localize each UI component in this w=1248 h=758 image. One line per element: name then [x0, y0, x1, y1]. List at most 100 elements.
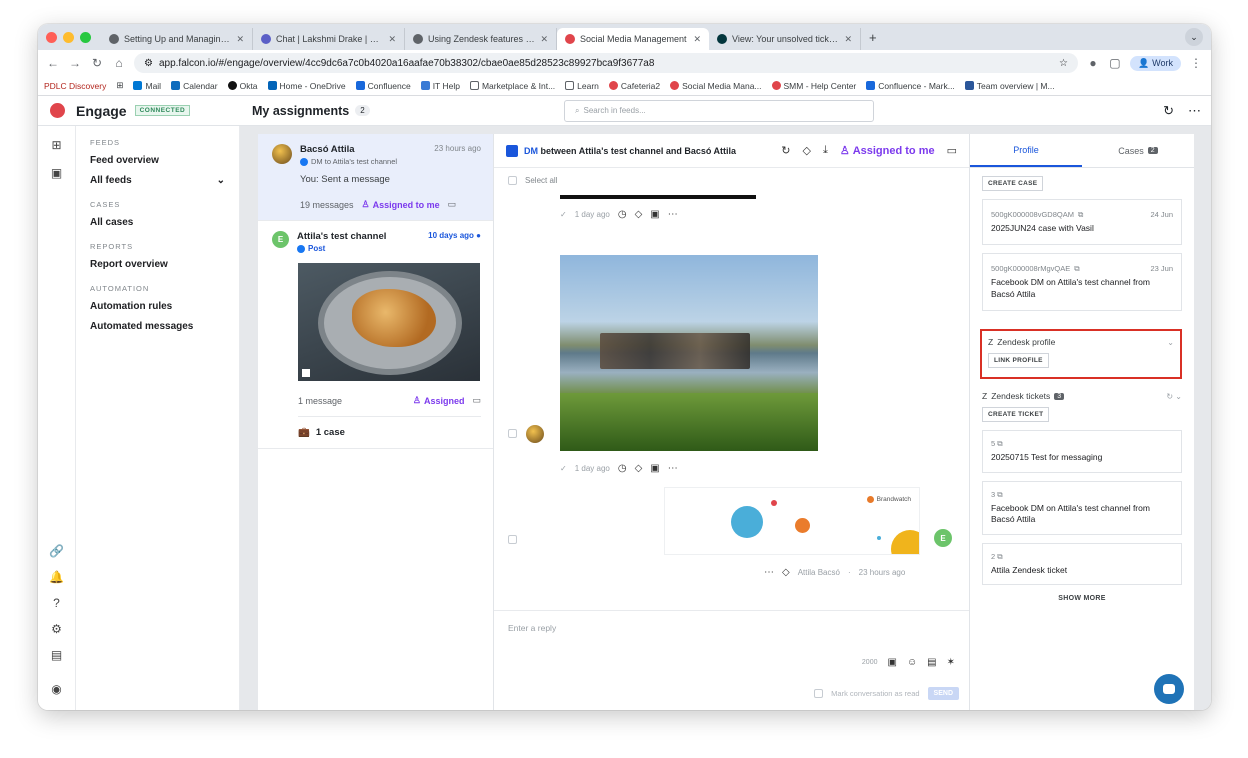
- message-image[interactable]: [560, 255, 818, 451]
- site-info-icon[interactable]: ⚙: [144, 58, 153, 69]
- image-icon[interactable]: ▣: [887, 657, 896, 668]
- ticket-card[interactable]: 2 ⧉ Attila Zendesk ticket: [982, 542, 1182, 586]
- tag-icon[interactable]: ◇: [802, 144, 810, 157]
- close-icon[interactable]: ✕: [693, 34, 701, 45]
- clock-icon[interactable]: ◷: [618, 463, 627, 474]
- bookmark-item[interactable]: Confluence - Mark...: [866, 81, 955, 91]
- back-arrow-icon[interactable]: ←: [46, 56, 60, 70]
- refresh-icon[interactable]: ↻ ⌄: [1166, 392, 1182, 401]
- browser-tab[interactable]: Chat | Lakshmi Drake | Micro ✕: [253, 28, 405, 50]
- send-button[interactable]: SEND: [927, 687, 959, 700]
- tag-icon[interactable]: ◇: [782, 567, 790, 578]
- apps-icon[interactable]: ⊞: [116, 80, 123, 91]
- message-checkbox[interactable]: [508, 535, 517, 544]
- assigned-button[interactable]: ♙ Assigned to me: [362, 199, 440, 210]
- nav-all-cases[interactable]: All cases: [90, 217, 225, 228]
- bookmark-item[interactable]: Mail: [133, 81, 161, 91]
- falcon-logo[interactable]: [38, 103, 76, 118]
- nav-report-overview[interactable]: Report overview: [90, 259, 225, 270]
- conversation-item[interactable]: E Attila's test channel 10 days ago ● Pos…: [258, 221, 493, 449]
- close-icon[interactable]: ✕: [540, 34, 548, 45]
- close-icon[interactable]: ✕: [844, 34, 852, 45]
- briefcase-icon[interactable]: ▣: [650, 463, 659, 474]
- link-profile-button[interactable]: LINK PROFILE: [988, 353, 1049, 369]
- assigned-button[interactable]: ♙ Assigned to me: [840, 144, 935, 158]
- conversation-item[interactable]: Bacsó Attila 23 hours ago DM to Attila's …: [258, 134, 493, 221]
- tab-search-button[interactable]: ⌄: [1185, 28, 1203, 46]
- mark-read-checkbox[interactable]: [814, 689, 824, 698]
- help-icon[interactable]: ?: [53, 596, 60, 610]
- assigned-button[interactable]: ♙ Assigned: [413, 395, 465, 406]
- nav-all-feeds[interactable]: All feeds ⌄: [90, 175, 225, 186]
- maximize-window-button[interactable]: [80, 31, 91, 43]
- bookmark-item[interactable]: Marketplace & Int...: [469, 81, 555, 91]
- case-link[interactable]: 💼 1 case: [298, 416, 481, 438]
- new-tab-button[interactable]: +: [861, 30, 885, 45]
- bookmark-item[interactable]: Okta: [227, 81, 258, 91]
- select-all-row[interactable]: Select all: [494, 168, 969, 193]
- browser-tab[interactable]: Using Zendesk features in E ✕: [405, 28, 557, 50]
- more-horizontal-icon[interactable]: ⋯: [1188, 103, 1201, 119]
- bookmark-item[interactable]: Social Media Mana...: [670, 81, 762, 91]
- star-icon[interactable]: ☆: [1059, 58, 1068, 69]
- briefcase-icon[interactable]: ▣: [650, 209, 659, 220]
- download-icon[interactable]: ⤓: [823, 144, 828, 157]
- ticket-card[interactable]: 5 ⧉ 20250715 Test for messaging: [982, 430, 1182, 473]
- close-icon[interactable]: ✕: [236, 34, 244, 45]
- profile-button[interactable]: 👤 Work: [1129, 55, 1181, 71]
- minimize-window-button[interactable]: [63, 31, 74, 43]
- grid-icon[interactable]: ⊞: [51, 138, 61, 152]
- bookmark-item[interactable]: PDLC Discovery: [44, 81, 106, 91]
- chat-widget-button[interactable]: [1154, 674, 1184, 704]
- bell-icon[interactable]: 🔔: [49, 570, 64, 584]
- tab-cases[interactable]: Cases 2: [1082, 134, 1194, 167]
- emoji-icon[interactable]: ☺: [907, 657, 917, 668]
- tag-icon[interactable]: ◇: [635, 463, 643, 474]
- create-ticket-button[interactable]: CREATE TICKET: [982, 407, 1050, 423]
- home-icon[interactable]: ⌂: [112, 56, 126, 70]
- search-input[interactable]: ⌕ Search in feeds...: [564, 99, 874, 122]
- bookmark-item[interactable]: Team overview | M...: [964, 81, 1055, 91]
- close-window-button[interactable]: [46, 31, 57, 43]
- user-icon[interactable]: ◉: [51, 682, 61, 696]
- select-all-checkbox[interactable]: [508, 176, 517, 185]
- settings-icon[interactable]: ⚙: [51, 622, 62, 636]
- template-icon[interactable]: ▤: [927, 657, 936, 668]
- tab-profile[interactable]: Profile: [970, 134, 1082, 167]
- extension-icon[interactable]: ●: [1086, 56, 1100, 70]
- link-icon[interactable]: 🔗: [49, 544, 64, 558]
- show-more-button[interactable]: SHOW MORE: [970, 595, 1194, 602]
- comment-icon[interactable]: ▭: [472, 395, 481, 406]
- refresh-icon[interactable]: ↻: [1163, 103, 1174, 119]
- close-icon[interactable]: ✕: [388, 34, 396, 45]
- more-horizontal-icon[interactable]: ⋯: [764, 567, 774, 578]
- browser-tab[interactable]: Setting Up and Managing a Z ✕: [101, 28, 253, 50]
- browser-tab-active[interactable]: Social Media Management ✕: [557, 28, 709, 50]
- bookmark-item[interactable]: SMM - Help Center: [771, 81, 856, 91]
- nav-feed-overview[interactable]: Feed overview: [90, 155, 225, 166]
- ticket-card[interactable]: 3 ⧉ Facebook DM on Attila's test channel…: [982, 480, 1182, 535]
- more-vert-icon[interactable]: ⋮: [1189, 56, 1203, 70]
- tag-icon[interactable]: ◇: [635, 209, 643, 220]
- chevron-down-icon[interactable]: ⌄: [1167, 338, 1174, 347]
- comment-icon[interactable]: ▭: [947, 144, 957, 157]
- clock-icon[interactable]: ◷: [618, 209, 627, 220]
- refresh-icon[interactable]: ↻: [781, 144, 790, 157]
- bookmark-item[interactable]: Home - OneDrive: [267, 81, 346, 91]
- nav-automation-rules[interactable]: Automation rules: [90, 301, 225, 312]
- magic-wand-icon[interactable]: ✶: [947, 657, 955, 668]
- browser-tab[interactable]: View: Your unsolved tickets - ✕: [709, 28, 861, 50]
- more-horizontal-icon[interactable]: ⋯: [668, 209, 678, 220]
- create-case-button[interactable]: CREATE CASE: [982, 176, 1044, 191]
- bookmark-item[interactable]: Confluence: [355, 81, 411, 91]
- reply-input[interactable]: Enter a reply: [508, 623, 556, 633]
- post-image[interactable]: [298, 263, 480, 381]
- brand-image[interactable]: Brandwatch: [664, 487, 920, 555]
- bookmark-item[interactable]: Cafeteria2: [608, 81, 660, 91]
- bookmark-item[interactable]: Calendar: [171, 81, 218, 91]
- reload-icon[interactable]: ↻: [90, 56, 104, 70]
- forward-arrow-icon[interactable]: →: [68, 56, 82, 70]
- more-horizontal-icon[interactable]: ⋯: [668, 463, 678, 474]
- inbox-icon[interactable]: ▣: [51, 166, 62, 180]
- comment-icon[interactable]: ▭: [448, 199, 457, 210]
